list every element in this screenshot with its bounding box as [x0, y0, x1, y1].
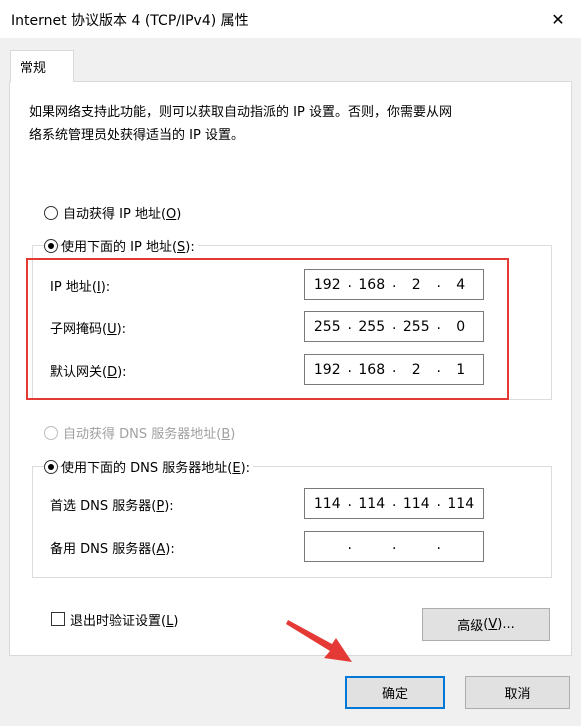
- title-bar: Internet 协议版本 4 (TCP/IPv4) 属性 ✕: [0, 0, 581, 38]
- subnet-mask-label-text: 子网掩码: [50, 322, 103, 337]
- ip-address-accesskey: I: [96, 280, 101, 295]
- validate-label-text: 退出时验证设置: [70, 614, 162, 629]
- ip-address-label-text: IP 地址: [50, 280, 92, 295]
- close-icon: ✕: [551, 9, 565, 29]
- subnet-mask-label: 子网掩码(U):: [50, 322, 127, 337]
- tab-general-label: 常规: [20, 61, 47, 76]
- tab-general[interactable]: 常规: [10, 50, 74, 82]
- preferred-dns-octet-1[interactable]: 114: [305, 496, 350, 512]
- subnet-mask-accesskey: U: [107, 322, 117, 337]
- manual-dns-radio[interactable]: [44, 460, 58, 474]
- gateway-octet-3[interactable]: 2: [394, 362, 439, 378]
- advanced-ellipsis: ...: [502, 617, 515, 632]
- auto-ip-radio[interactable]: [44, 206, 58, 220]
- preferred-dns-octet-3[interactable]: 114: [394, 496, 439, 512]
- gateway-label-text: 默认网关: [50, 365, 103, 380]
- validate-accesskey: L: [166, 614, 174, 629]
- auto-dns-label[interactable]: 自动获得 DNS 服务器地址(B): [63, 423, 235, 442]
- gateway-accesskey: D: [107, 365, 118, 380]
- mask-octet-3[interactable]: 255: [394, 319, 439, 335]
- ip-address-label: IP 地址(I):: [50, 280, 111, 295]
- ok-button-label: 确定: [381, 687, 408, 702]
- cancel-button[interactable]: 取消: [465, 676, 570, 709]
- manual-ip-accesskey: S: [177, 240, 186, 255]
- manual-ip-label[interactable]: 使用下面的 IP 地址(S):: [61, 236, 198, 255]
- ok-button[interactable]: 确定: [345, 676, 445, 709]
- subnet-mask-field[interactable]: 255 255 255 0: [304, 311, 484, 342]
- auto-dns-label-text: 自动获得 DNS 服务器地址: [63, 427, 217, 442]
- ip-octet-3[interactable]: 2: [394, 277, 439, 293]
- ip-address-field[interactable]: 192 168 2 4: [304, 269, 484, 300]
- alternate-dns-accesskey: A: [156, 542, 166, 557]
- auto-dns-accesskey: B: [221, 427, 231, 442]
- preferred-dns-octet-2[interactable]: 114: [350, 496, 395, 512]
- manual-ip-radio[interactable]: [44, 239, 58, 253]
- manual-ip-label-text: 使用下面的 IP 地址: [61, 240, 172, 255]
- preferred-dns-octet-4[interactable]: 114: [439, 496, 484, 512]
- manual-dns-accesskey: E: [232, 461, 241, 476]
- ip-octet-2[interactable]: 168: [350, 277, 395, 293]
- gateway-octet-1[interactable]: 192: [305, 362, 350, 378]
- alternate-dns-label: 备用 DNS 服务器(A):: [50, 542, 175, 557]
- ip-octet-1[interactable]: 192: [305, 277, 350, 293]
- gateway-octet-4[interactable]: 1: [439, 362, 484, 378]
- close-button[interactable]: ✕: [535, 0, 581, 38]
- mask-octet-4[interactable]: 0: [439, 319, 484, 335]
- preferred-dns-label-text: 首选 DNS 服务器: [50, 499, 152, 514]
- auto-ip-label[interactable]: 自动获得 IP 地址(O): [63, 203, 181, 222]
- gateway-octet-2[interactable]: 168: [350, 362, 395, 378]
- manual-dns-label-text: 使用下面的 DNS 服务器地址: [61, 461, 228, 476]
- preferred-dns-label: 首选 DNS 服务器(P):: [50, 499, 174, 514]
- advanced-button[interactable]: 高级(V)...: [422, 608, 550, 641]
- auto-ip-label-text: 自动获得 IP 地址: [63, 207, 161, 222]
- mask-octet-1[interactable]: 255: [305, 319, 350, 335]
- auto-dns-radio[interactable]: [44, 426, 58, 440]
- annotation-arrow-icon: [286, 620, 352, 662]
- alternate-dns-label-text: 备用 DNS 服务器: [50, 542, 152, 557]
- validate-checkbox[interactable]: [51, 612, 65, 626]
- cancel-button-label: 取消: [504, 687, 531, 702]
- ip-octet-4[interactable]: 4: [439, 277, 484, 293]
- advanced-accesskey: V: [488, 617, 498, 632]
- alternate-dns-field[interactable]: [304, 531, 484, 562]
- preferred-dns-field[interactable]: 114 114 114 114: [304, 488, 484, 519]
- mask-octet-2[interactable]: 255: [350, 319, 395, 335]
- auto-ip-accesskey: O: [166, 207, 177, 222]
- description-line-2: 络系统管理员处获得适当的 IP 设置。: [29, 128, 244, 143]
- gateway-label: 默认网关(D):: [50, 365, 127, 380]
- description-line-1: 如果网络支持此功能，则可以获取自动指派的 IP 设置。否则，你需要从网: [29, 105, 452, 120]
- validate-label[interactable]: 退出时验证设置(L): [70, 610, 178, 629]
- advanced-button-label: 高级: [457, 619, 484, 634]
- preferred-dns-accesskey: P: [156, 499, 165, 514]
- gateway-field[interactable]: 192 168 2 1: [304, 354, 484, 385]
- window-title: Internet 协议版本 4 (TCP/IPv4) 属性: [11, 13, 249, 29]
- manual-dns-label[interactable]: 使用下面的 DNS 服务器地址(E):: [61, 457, 254, 476]
